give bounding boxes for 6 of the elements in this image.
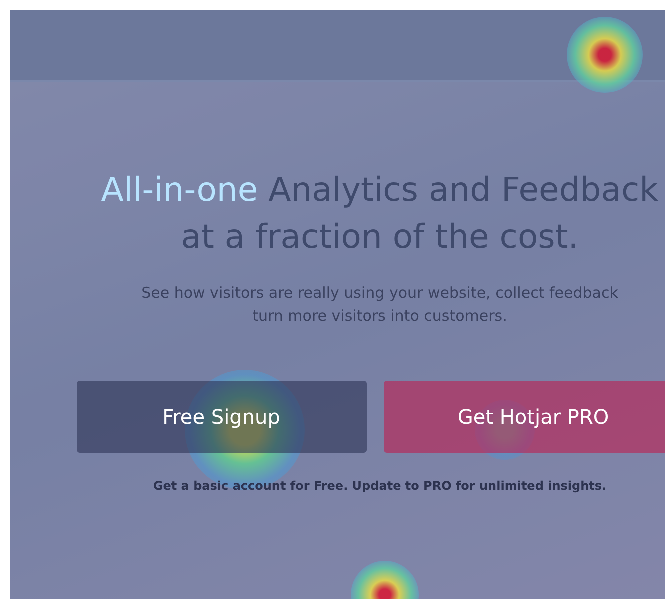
cta-button[interactable]: Get Hotjar PRO bbox=[384, 381, 665, 453]
hero-text: See how visitors are really using your website, collect feedback turn more visitors into customers. bbox=[142, 283, 618, 327]
cta-button[interactable]: Free Signup bbox=[76, 381, 366, 453]
signup-note: Get a basic account for Free. Update to PRO for unlimited insights. bbox=[153, 479, 607, 493]
hero-heading: All-in-one Analytics and Feedback bbox=[101, 170, 659, 209]
hero-subheading: at a fraction of the cost. bbox=[181, 217, 579, 256]
